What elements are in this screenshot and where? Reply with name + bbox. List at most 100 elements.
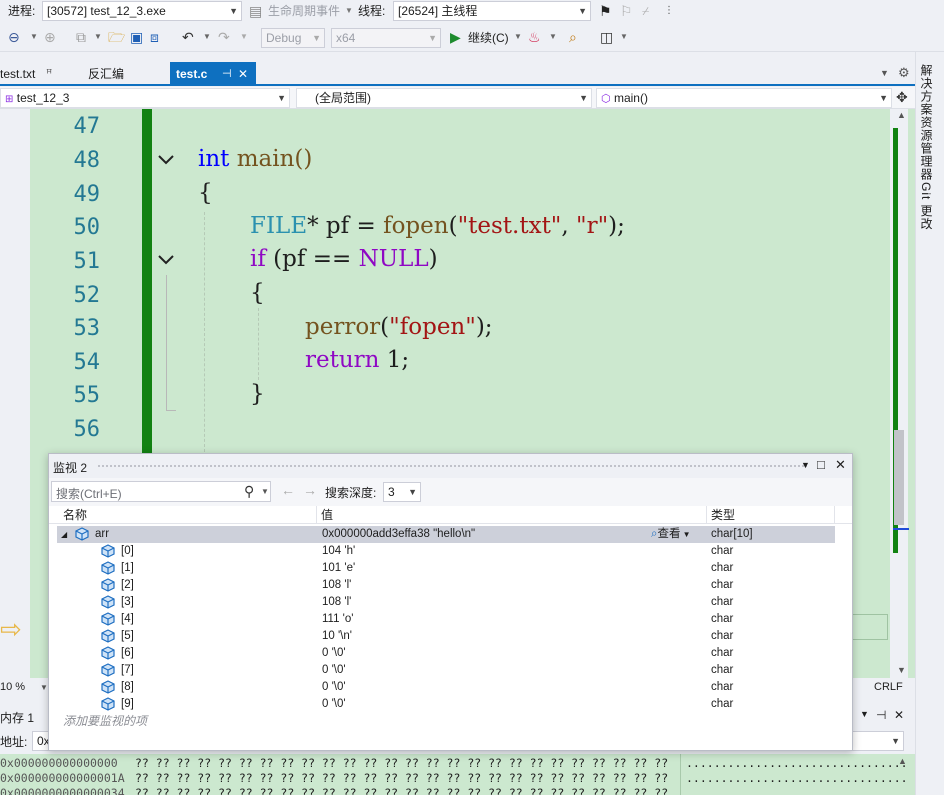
- chevron-down-icon[interactable]: ▼: [345, 1, 353, 21]
- search-next-icon[interactable]: →: [303, 482, 317, 498]
- chevron-down-icon[interactable]: ▼: [40, 683, 48, 692]
- overflow-icon[interactable]: ▼: [620, 27, 628, 47]
- gear-icon[interactable]: ⚙: [898, 65, 910, 81]
- watch-value[interactable]: 108 'l': [322, 577, 351, 594]
- flag-icon[interactable]: ⚑: [599, 1, 612, 21]
- overflow-icon[interactable]: ⋮: [664, 1, 674, 21]
- chevron-down-icon[interactable]: ▼: [30, 27, 38, 47]
- scroll-down-icon[interactable]: ▼: [897, 665, 906, 675]
- close-icon[interactable]: ✕: [238, 62, 248, 86]
- pin-icon[interactable]: ⊣: [222, 62, 232, 86]
- chevron-down-icon[interactable]: ▼: [203, 27, 211, 47]
- search-depth-dropdown[interactable]: 3 ▼: [383, 482, 421, 502]
- hot-reload-icon[interactable]: ♨: [528, 27, 541, 47]
- git-changes-tab[interactable]: Git 更改: [918, 182, 935, 231]
- watch-row-element[interactable]: [4] 111 'o' char: [57, 611, 835, 628]
- chevron-down-icon[interactable]: ▼: [514, 27, 522, 47]
- pin-icon[interactable]: ⊣: [876, 708, 886, 722]
- lifecycle-events-label[interactable]: 生命周期事件: [268, 1, 340, 21]
- scrollbar-thumb[interactable]: [894, 430, 904, 525]
- expand-toggle-icon[interactable]: ◢: [61, 526, 67, 543]
- add-watch-item[interactable]: 添加要监视的项: [63, 712, 147, 729]
- watch-search-input[interactable]: 搜索(Ctrl+E) ⚲ ▼: [51, 481, 271, 502]
- flag-threads-icon[interactable]: ⚐: [620, 1, 633, 21]
- undo-icon[interactable]: ↶: [182, 27, 194, 47]
- zoom-level[interactable]: 10 %: [0, 681, 25, 693]
- scroll-up-icon[interactable]: ▲: [898, 756, 907, 766]
- watch-row-element[interactable]: [9] 0 '\0' char: [57, 696, 835, 713]
- redo-icon[interactable]: ↷: [218, 27, 230, 47]
- search-icon[interactable]: ⚲: [244, 483, 254, 500]
- tab-test-c[interactable]: test.c ⊣ ✕: [170, 62, 256, 86]
- watch-type: char: [711, 562, 734, 574]
- forward-icon[interactable]: ⊕: [44, 27, 56, 47]
- watch-value[interactable]: 0x000000add3effa38 "hello\n": [322, 526, 475, 543]
- window-menu-icon[interactable]: ▼: [860, 709, 869, 719]
- save-all-icon[interactable]: ⧈: [150, 27, 159, 47]
- watch-row-element[interactable]: [7] 0 '\0' char: [57, 662, 835, 679]
- chevron-down-icon[interactable]: ▼: [261, 487, 269, 496]
- open-folder-icon[interactable]: 🗁: [108, 27, 125, 47]
- watch-row-element[interactable]: [5] 10 '\n' char: [57, 628, 835, 645]
- watch-value[interactable]: 101 'e': [322, 560, 355, 577]
- view-visualizer-button[interactable]: ⌕查看 ▼: [651, 526, 691, 543]
- scroll-up-icon[interactable]: ▲: [897, 110, 906, 120]
- new-item-icon[interactable]: ⧉: [76, 27, 86, 47]
- watch-row-arr[interactable]: ◢ arr 0x000000add3effa38 "hello\n" ⌕查看 ▼ cha…: [57, 526, 835, 543]
- back-icon[interactable]: ⊖: [8, 27, 20, 47]
- project-dropdown[interactable]: ⊞ test_12_3 ▼: [0, 88, 290, 108]
- watch-value[interactable]: 0 '\0': [322, 645, 346, 662]
- watch-row-element[interactable]: [2] 108 'l' char: [57, 577, 835, 594]
- save-icon[interactable]: ▣: [130, 27, 143, 47]
- watch-value[interactable]: 10 '\n': [322, 628, 352, 645]
- platform-dropdown[interactable]: x64 ▼: [331, 28, 441, 48]
- window-menu-icon[interactable]: ▼: [801, 460, 810, 470]
- close-icon[interactable]: ✕: [835, 457, 846, 473]
- watch-type: char: [711, 647, 734, 659]
- process-dropdown[interactable]: [30572] test_12_3.exe ▼: [42, 1, 242, 21]
- scope-dropdown[interactable]: (全局范围) ▼: [296, 88, 592, 108]
- watch-value[interactable]: 0 '\0': [322, 679, 346, 696]
- configuration-dropdown[interactable]: Debug ▼: [261, 28, 325, 48]
- line-number: 54: [73, 350, 101, 375]
- collapse-chevron-icon[interactable]: [156, 250, 176, 270]
- collapse-chevron-icon[interactable]: [156, 150, 176, 170]
- watch-value[interactable]: 0 '\0': [322, 662, 346, 679]
- watch-row-element[interactable]: [1] 101 'e' char: [57, 560, 835, 577]
- column-header-name[interactable]: 名称: [57, 506, 317, 524]
- window-layout-icon[interactable]: ◫: [600, 27, 613, 47]
- watch-row-element[interactable]: [8] 0 '\0' char: [57, 679, 835, 696]
- tab-overflow-icon[interactable]: ▼: [880, 68, 889, 78]
- watch-window-titlebar[interactable]: 监视 2 ▼ □ ✕: [49, 454, 852, 478]
- watch-row-element[interactable]: [3] 108 'l' char: [57, 594, 835, 611]
- watch-value[interactable]: 0 '\0': [322, 696, 346, 713]
- close-icon[interactable]: ✕: [894, 708, 904, 722]
- titlebar-grip: [97, 464, 807, 468]
- play-icon[interactable]: ▶: [450, 27, 461, 47]
- line-ending[interactable]: CRLF: [874, 681, 903, 693]
- watch-value[interactable]: 108 'l': [322, 594, 351, 611]
- thread-dropdown[interactable]: [26524] 主线程 ▼: [393, 1, 591, 21]
- filter-icon[interactable]: ⌿: [642, 1, 649, 21]
- watch-row-element[interactable]: [6] 0 '\0' char: [57, 645, 835, 662]
- solution-explorer-tab[interactable]: 解决方案资源管理器: [918, 64, 935, 181]
- split-icon[interactable]: ✥: [896, 89, 908, 106]
- member-dropdown[interactable]: ⬡ main() ▼: [596, 88, 892, 108]
- code-text: 1;: [379, 347, 410, 373]
- watch-value[interactable]: 111 'o': [322, 611, 353, 628]
- chevron-down-icon[interactable]: ▼: [549, 27, 557, 47]
- tab-disassembly[interactable]: 反汇编: [82, 62, 162, 86]
- pin-icon[interactable]: ꟸ: [46, 62, 52, 86]
- chevron-down-icon[interactable]: ▼: [240, 27, 248, 47]
- continue-button[interactable]: 继续(C): [468, 28, 509, 48]
- chevron-down-icon[interactable]: ▼: [94, 27, 102, 47]
- column-header-value[interactable]: 值: [317, 506, 707, 524]
- watch-row-element[interactable]: [0] 104 'h' char: [57, 543, 835, 560]
- tab-test-txt[interactable]: test.txt ꟸ: [0, 62, 68, 86]
- watch-value[interactable]: 104 'h': [322, 543, 355, 560]
- find-in-files-icon[interactable]: ⌕: [569, 27, 577, 47]
- code-text: );: [475, 314, 493, 340]
- maximize-icon[interactable]: □: [817, 457, 825, 472]
- search-previous-icon[interactable]: ←: [281, 482, 295, 498]
- column-header-type[interactable]: 类型: [707, 506, 835, 524]
